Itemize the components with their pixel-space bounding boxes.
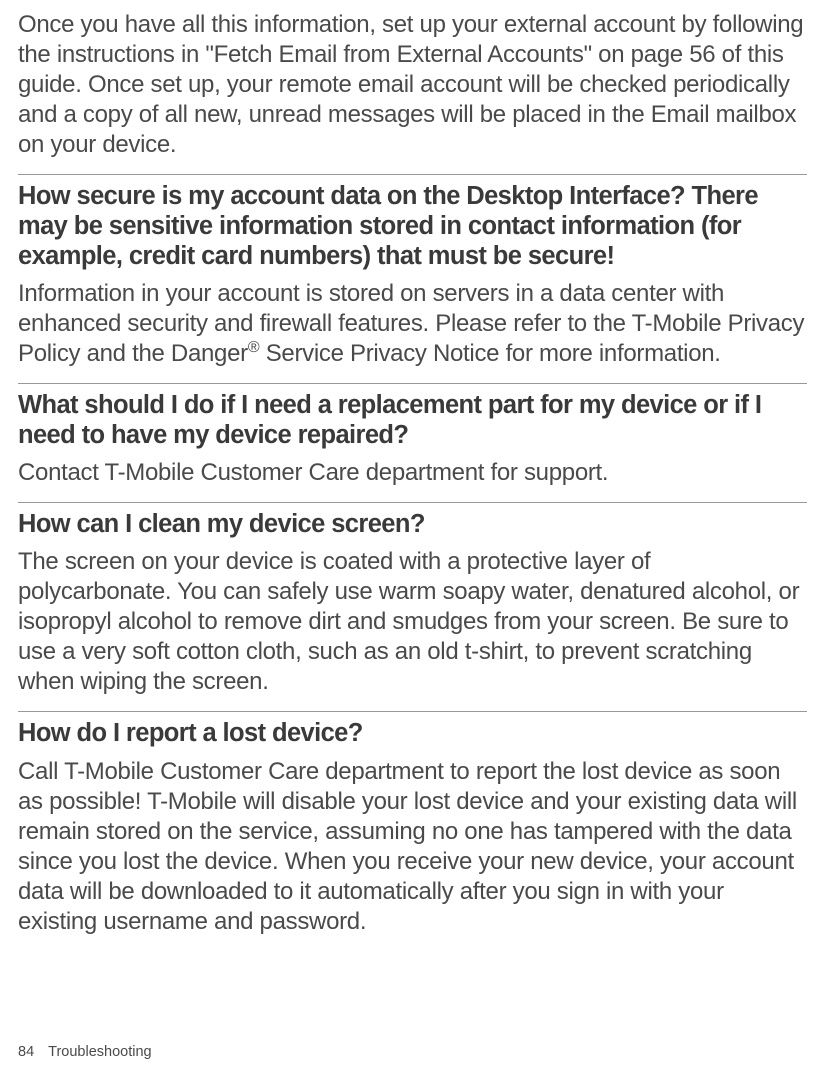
answer-replacement: Contact T-Mobile Customer Care departmen… xyxy=(18,458,807,488)
page-footer: 84 Troubleshooting xyxy=(18,1044,152,1060)
question-replacement: What should I do if I need a replacement… xyxy=(18,383,807,450)
question-secure: How secure is my account data on the Des… xyxy=(18,174,807,271)
answer-secure: Information in your account is stored on… xyxy=(18,279,807,369)
answer-lost: Call T-Mobile Customer Care department t… xyxy=(18,757,807,937)
question-clean: How can I clean my device screen? xyxy=(18,502,807,539)
question-lost: How do I report a lost device? xyxy=(18,711,807,748)
registered-symbol: ® xyxy=(248,339,260,356)
footer-section-title: Troubleshooting xyxy=(48,1044,151,1060)
answer-secure-after: Service Privacy Notice for more informat… xyxy=(259,340,720,367)
page-number: 84 xyxy=(18,1044,34,1060)
intro-paragraph: Once you have all this information, set … xyxy=(18,10,807,160)
answer-clean: The screen on your device is coated with… xyxy=(18,547,807,697)
